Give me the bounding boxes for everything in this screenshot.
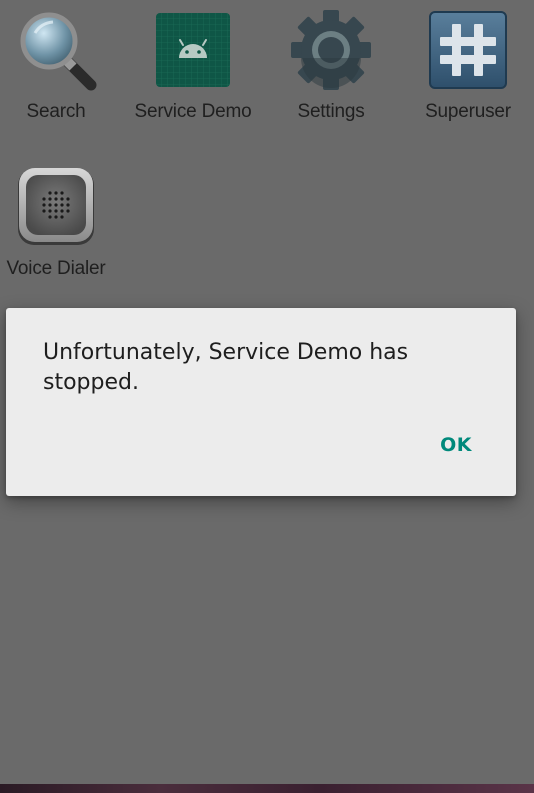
wallpaper-edge <box>0 784 534 793</box>
ok-button[interactable]: OK <box>424 428 488 462</box>
app-crash-dialog: Unfortunately, Service Demo has stopped.… <box>6 308 516 496</box>
dialog-message: Unfortunately, Service Demo has stopped. <box>43 340 409 395</box>
